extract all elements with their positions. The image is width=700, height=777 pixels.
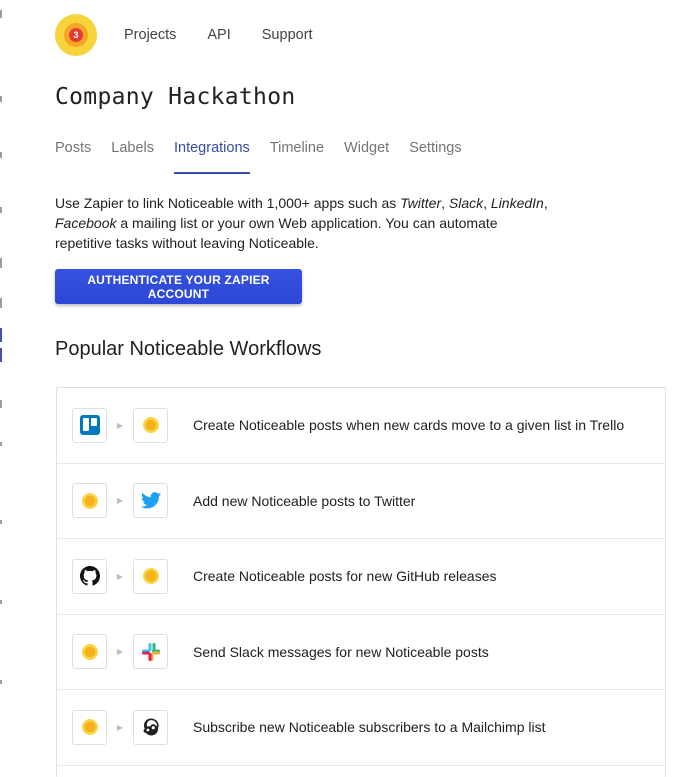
source-app-box <box>72 634 107 670</box>
workflow-item[interactable]: ▶ Create Noticeable posts when new cards… <box>57 388 665 464</box>
noticeable-icon <box>142 417 159 434</box>
arrow-icon: ▶ <box>116 647 124 657</box>
workflow-item[interactable]: ▶ Create Noticeable posts for new GitHub… <box>57 539 665 615</box>
tab-posts[interactable]: Posts <box>55 136 91 174</box>
left-edge-marks <box>0 0 3 766</box>
twitter-icon <box>140 492 161 509</box>
project-tabs: Posts Labels Integrations Timeline Widge… <box>55 136 482 176</box>
trello-icon <box>79 415 100 436</box>
linkedin-mention: LinkedIn <box>490 195 544 211</box>
nav-projects[interactable]: Projects <box>124 27 176 43</box>
workflow-text: Create Noticeable posts for new GitHub r… <box>193 568 497 585</box>
slack-mention: Slack <box>448 195 484 211</box>
target-app-box <box>133 407 168 443</box>
mailchimp-icon <box>143 718 159 736</box>
workflow-list: ▶ Create Noticeable posts when new cards… <box>56 387 666 777</box>
noticeable-icon <box>81 492 98 509</box>
slack-icon <box>141 642 160 661</box>
top-header: 3 Projects API Support <box>55 14 344 56</box>
target-app-box <box>133 558 168 594</box>
arrow-icon: ▶ <box>116 722 124 732</box>
target-app-box <box>133 483 168 519</box>
workflow-item[interactable]: ▶ Add new Noticeable posts to Twitter <box>57 464 665 539</box>
page-title: Company Hackathon <box>55 84 296 110</box>
integration-description: Use Zapier to link Noticeable with 1,000… <box>55 195 548 251</box>
source-app-box <box>72 407 107 443</box>
workflow-item[interactable]: ▶ Subscribe new Noticeable subscribers t… <box>57 690 665 766</box>
tab-settings[interactable]: Settings <box>409 136 461 174</box>
arrow-icon: ▶ <box>116 420 124 430</box>
facebook-mention: Facebook <box>55 215 117 231</box>
arrow-icon: ▶ <box>116 496 124 506</box>
notification-badge: 3 <box>69 28 83 42</box>
workflow-text: Subscribe new Noticeable subscribers to … <box>193 719 546 736</box>
source-app-box <box>72 558 107 594</box>
github-icon <box>79 566 100 586</box>
source-app-box <box>72 709 107 745</box>
workflows-heading: Popular Noticeable Workflows <box>55 338 322 360</box>
workflow-text: Send Slack messages for new Noticeable p… <box>193 643 489 660</box>
nav-api[interactable]: API <box>207 27 230 43</box>
tab-labels[interactable]: Labels <box>111 136 154 174</box>
nav-support[interactable]: Support <box>262 27 313 43</box>
target-app-box <box>133 709 168 745</box>
authenticate-zapier-button[interactable]: AUTHENTICATE YOUR ZAPIER ACCOUNT <box>55 269 302 304</box>
tab-integrations[interactable]: Integrations <box>174 136 250 174</box>
noticeable-logo[interactable]: 3 <box>55 14 97 56</box>
tab-widget[interactable]: Widget <box>344 136 389 174</box>
tab-timeline[interactable]: Timeline <box>270 136 324 174</box>
target-app-box <box>133 634 168 670</box>
logo-inner-circle: 3 <box>64 23 88 47</box>
noticeable-icon <box>142 568 159 585</box>
noticeable-icon <box>81 643 98 660</box>
arrow-icon: ▶ <box>116 571 124 581</box>
twitter-mention: Twitter <box>400 195 442 211</box>
source-app-box <box>72 483 107 519</box>
workflow-item[interactable]: ▶ Send Slack messages for new Noticeable… <box>57 615 665 690</box>
noticeable-icon <box>81 719 98 736</box>
workflow-text: Add new Noticeable posts to Twitter <box>193 492 416 509</box>
workflow-text: Create Noticeable posts when new cards m… <box>193 417 625 434</box>
